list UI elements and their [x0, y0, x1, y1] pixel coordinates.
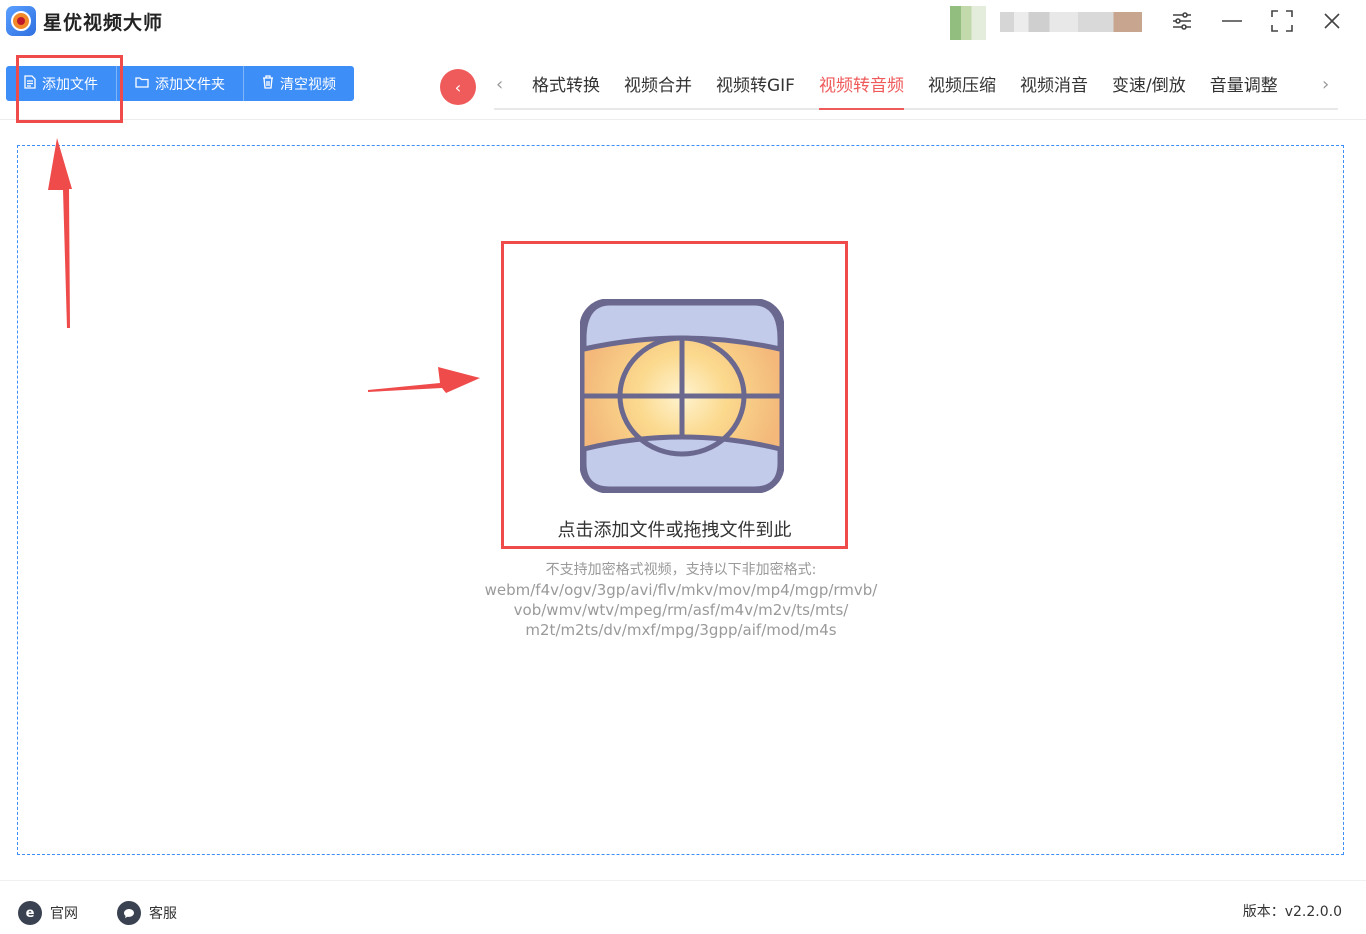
sliders-icon[interactable] [1166, 6, 1198, 36]
drop-hint-text: 点击添加文件或拖拽文件到此 [557, 520, 792, 541]
tab-item[interactable]: 视频转音频 [807, 66, 916, 110]
function-tabs: ‹ 格式转换 视频合并 视频转GIF 视频转音频 视频压缩 视频消音 变速/倒放 音量调整 › [494, 66, 1338, 110]
website-label: 官网 [50, 906, 78, 922]
tab-item[interactable]: 格式转换 [520, 66, 612, 110]
browser-e-icon: e [18, 901, 42, 925]
tab-item[interactable]: 视频压缩 [916, 66, 1008, 110]
tab-list: 格式转换 视频合并 视频转GIF 视频转音频 视频压缩 视频消音 变速/倒放 音量调整 [520, 66, 1290, 110]
formats-line-2: vob/wmv/wtv/mpeg/rm/asf/m4v/m2v/ts/mts/ [513, 601, 849, 619]
tab-item[interactable]: 视频消音 [1008, 66, 1100, 110]
support-label: 客服 [149, 906, 177, 922]
app-title: 星优视频大师 [43, 12, 164, 34]
tabs-scroll-right-icon[interactable]: › [1322, 74, 1329, 95]
trash-icon [262, 74, 274, 93]
title-bar: 星优视频大师 [0, 0, 1366, 44]
minimize-icon[interactable] [1216, 6, 1248, 36]
add-folder-label: 添加文件夹 [155, 76, 225, 93]
maximize-icon[interactable] [1266, 6, 1298, 36]
chat-bubble-icon [117, 901, 141, 925]
toolbar: 添加文件 添加文件夹 清空视频 ‹ ‹ 格式转换 视频合并 视频转GIF 视频转音频视… [0, 44, 1366, 120]
tabs-scroll-left-icon[interactable]: ‹ [496, 74, 503, 95]
back-button[interactable]: ‹ [440, 69, 476, 105]
user-avatar[interactable] [950, 6, 986, 40]
formats-line-3: m2t/m2ts/dv/mxf/mpg/3gpp/aif/mod/m4s [525, 621, 837, 639]
add-folder-button[interactable]: 添加文件夹 [116, 66, 243, 101]
website-link[interactable]: e 官网 [18, 901, 78, 925]
formats-line-1: webm/f4v/ogv/3gp/avi/flv/mkv/mov/mp4/mgp… [484, 581, 878, 599]
clear-videos-button[interactable]: 清空视频 [243, 66, 354, 101]
tab-item[interactable]: 视频合并 [612, 66, 704, 110]
tab-item[interactable]: 视频转GIF [704, 66, 807, 110]
tab-item[interactable]: 音量调整 [1198, 66, 1290, 110]
file-drop-zone[interactable]: 点击添加文件或拖拽文件到此 不支持加密格式视频，支持以下非加密格式: webm/… [17, 145, 1344, 855]
customer-service-link[interactable]: 客服 [117, 901, 177, 925]
supported-formats: 不支持加密格式视频，支持以下非加密格式: webm/f4v/ogv/3gp/av… [401, 560, 961, 640]
annotation-box-add-file [16, 55, 123, 123]
clear-videos-label: 清空视频 [280, 76, 336, 93]
app-logo-icon [6, 6, 36, 36]
folder-icon [135, 76, 149, 92]
tab-item[interactable]: 变速/倒放 [1100, 66, 1198, 110]
video-file-icon [579, 298, 785, 497]
version-text: 版本：v2.2.0.0 [1242, 904, 1342, 920]
chevron-left-icon: ‹ [454, 77, 462, 97]
footer: e 官网 客服 版本：v2.2.0.0 [0, 880, 1366, 934]
support-title: 不支持加密格式视频，支持以下非加密格式: [545, 562, 817, 578]
close-icon[interactable] [1316, 6, 1348, 36]
app-window: 星优视频大师 添加文件 添加文件夹 清空视频 ‹ ‹ 格式转换 视频合并 视频转… [0, 0, 1366, 934]
user-name-blurred [1000, 12, 1142, 32]
